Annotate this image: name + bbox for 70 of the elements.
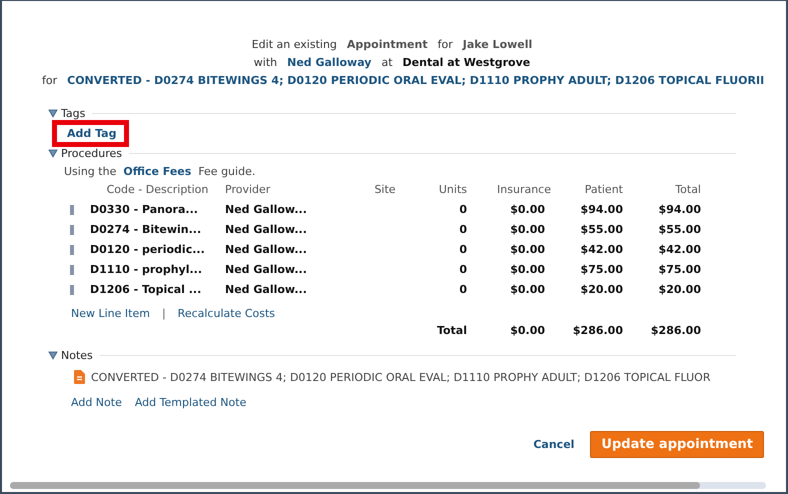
header-link[interactable]: CONVERTED - D0274 BITEWINGS 4; D0120 PERIODIC ORAL EVAL; D1110 PROPHY ADULT; D1206 TOPICAL FLUORII	[67, 74, 764, 87]
table-cell-text: $0.00	[509, 283, 546, 296]
column-header: Patient	[584, 183, 624, 196]
table-cell-text: $75.00	[658, 263, 702, 276]
table-cell-text: $20.00	[658, 283, 702, 296]
table-cell-text: D0120 - periodic...	[90, 243, 206, 256]
table-cell-text: $286.00	[572, 324, 624, 337]
table-cell-text: $75.00	[580, 263, 624, 276]
section-title: Notes	[61, 348, 93, 362]
table-cell-text: Ned Gallow...	[225, 223, 308, 236]
section-title: Tags	[61, 106, 86, 120]
cancel-button[interactable]: Cancel	[533, 438, 574, 451]
expand-triangle-icon[interactable]	[48, 108, 58, 118]
section-title: Procedures	[61, 146, 122, 160]
table-cell-text: $0.00	[509, 243, 546, 256]
recalculate-link[interactable]: Recalculate Costs	[178, 307, 276, 320]
column-header: Total	[674, 183, 702, 196]
table-cell-text: D0274 - Bitewin...	[90, 223, 202, 236]
header-text: at	[381, 56, 393, 69]
table-cell-text: $0.00	[509, 223, 546, 236]
table-cell-text: 0	[458, 243, 468, 256]
table-cell-text: 0	[458, 223, 468, 236]
table-cell-text: D1110 - prophyl...	[90, 263, 204, 276]
add-note-link[interactable]: Add Note	[71, 396, 122, 409]
document-icon	[74, 370, 85, 384]
table-cell-text: 0	[458, 203, 468, 216]
table-cell-text: $55.00	[580, 223, 624, 236]
horizontal-scrollbar[interactable]	[10, 482, 766, 489]
separator-text: |	[162, 307, 166, 320]
total-label: Total	[436, 324, 468, 337]
expand-triangle-icon[interactable]	[48, 148, 58, 158]
fee-text: Using the	[64, 165, 116, 178]
header-value: Appointment	[346, 38, 428, 51]
header-value: Dental at Westgrove	[402, 56, 530, 69]
table-cell-text: $94.00	[658, 203, 702, 216]
header-text: for	[438, 38, 453, 51]
column-header: Provider	[225, 183, 272, 196]
header-text: Edit an existing	[252, 38, 337, 51]
table-cell-text: $42.00	[580, 243, 624, 256]
table-cell-text: $55.00	[658, 223, 702, 236]
table-cell-text: $286.00	[650, 324, 702, 337]
note-text: CONVERTED - D0274 BITEWINGS 4; D0120 PERIODIC ORAL EVAL; D1110 PROPHY ADULT; D1206 TOPICAL FLUOR	[91, 370, 710, 384]
table-cell-text: Ned Gallow...	[225, 243, 308, 256]
table-cell-text: 0	[458, 283, 468, 296]
table-cell-text: $94.00	[580, 203, 624, 216]
table-cell-text: D1206 - Topical ...	[90, 283, 202, 296]
table-cell-text: $0.00	[509, 263, 546, 276]
fee-text: Fee guide.	[198, 165, 256, 178]
table-cell-text: Ned Gallow...	[225, 283, 308, 296]
table-cell-text: $20.00	[580, 283, 624, 296]
column-header: Units	[438, 183, 468, 196]
new-line-item-link[interactable]: New Line Item	[71, 307, 150, 320]
expand-triangle-icon[interactable]	[48, 350, 58, 360]
add-tag-link[interactable]: Add Tag	[67, 127, 116, 140]
column-header: Code - Description	[106, 183, 210, 196]
header-link[interactable]: Ned Galloway	[287, 56, 372, 69]
header-text: with	[254, 56, 278, 69]
table-cell-text: Ned Gallow...	[225, 263, 308, 276]
table-cell-text: $0.00	[509, 324, 546, 337]
fee-guide-link[interactable]: Office Fees	[123, 165, 192, 178]
header-value: Jake Lowell	[462, 38, 532, 51]
add-note-link[interactable]: Add Templated Note	[134, 396, 246, 409]
table-cell-text: 0	[458, 263, 468, 276]
table-cell-text: $42.00	[658, 243, 702, 256]
table-cell-text: Ned Gallow...	[225, 203, 308, 216]
column-header: Site	[373, 183, 397, 196]
header-text: for	[42, 74, 58, 87]
column-header: Insurance	[496, 183, 552, 196]
table-cell-text: $0.00	[509, 203, 546, 216]
table-cell-text: D0330 - Panora...	[90, 203, 199, 216]
